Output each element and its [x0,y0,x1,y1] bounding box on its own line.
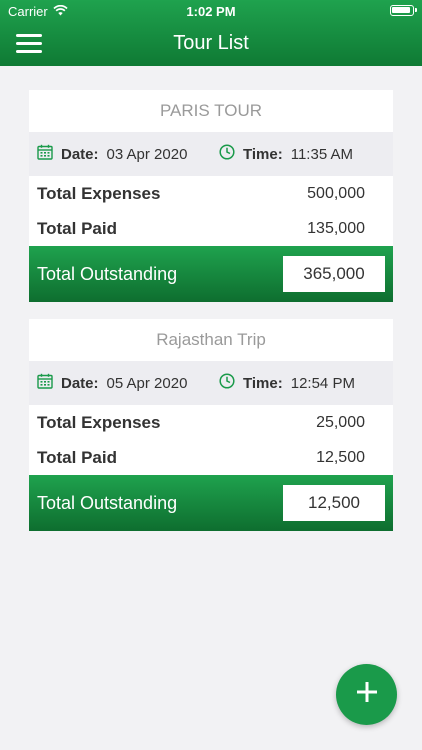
total-outstanding-value: 12,500 [283,485,385,521]
page-title: Tour List [173,32,249,54]
time-label: Time: [243,374,283,392]
total-outstanding-label: Total Outstanding [37,263,178,284]
total-paid-value: 135,000 [307,219,365,237]
tour-name: PARIS TOUR [29,90,393,132]
date-label: Date: [61,145,99,163]
time-label: Time: [243,145,283,163]
tour-name: Rajasthan Trip [29,319,393,361]
clock-icon [219,373,235,393]
tour-time: 11:35 AM [290,145,353,163]
tour-date: 03 Apr 2020 [106,145,188,163]
status-bar: Carrier 1:02 PM [0,0,422,22]
total-expenses-label: Total Expenses [37,412,161,432]
total-outstanding-row: Total Outstanding 12,500 [29,475,393,531]
total-expenses-value: 500,000 [307,184,365,202]
tour-card[interactable]: Rajasthan Trip Date: 05 Apr 2020 Time: 1… [29,319,393,531]
calendar-icon [37,144,53,164]
total-paid-value: 12,500 [316,448,365,466]
calendar-icon [37,373,53,393]
total-paid-row: Total Paid 12,500 [29,440,393,475]
tour-meta-row: Date: 03 Apr 2020 Time: 11:35 AM [29,132,393,176]
total-outstanding-row: Total Outstanding 365,000 [29,246,393,302]
clock-icon [219,144,235,164]
total-outstanding-label: Total Outstanding [37,492,178,513]
total-outstanding-value: 365,000 [283,256,385,292]
date-label: Date: [61,374,99,392]
app-header: Carrier 1:02 PM Tour List [0,0,422,66]
plus-icon [355,680,379,709]
total-expenses-label: Total Expenses [37,183,161,203]
tour-date: 05 Apr 2020 [106,374,188,392]
status-time: 1:02 PM [186,4,236,19]
add-tour-button[interactable] [336,664,397,725]
total-paid-row: Total Paid 135,000 [29,211,393,246]
tour-time: 12:54 PM [290,374,355,392]
total-paid-label: Total Paid [37,447,117,467]
total-paid-label: Total Paid [37,218,117,238]
total-expenses-row: Total Expenses 25,000 [29,405,393,440]
total-expenses-value: 25,000 [316,413,365,431]
tour-card[interactable]: PARIS TOUR Date: 03 Apr 2020 Time: 11:35… [29,90,393,302]
total-expenses-row: Total Expenses 500,000 [29,176,393,211]
tour-meta-row: Date: 05 Apr 2020 Time: 12:54 PM [29,361,393,405]
battery-icon [390,5,417,16]
